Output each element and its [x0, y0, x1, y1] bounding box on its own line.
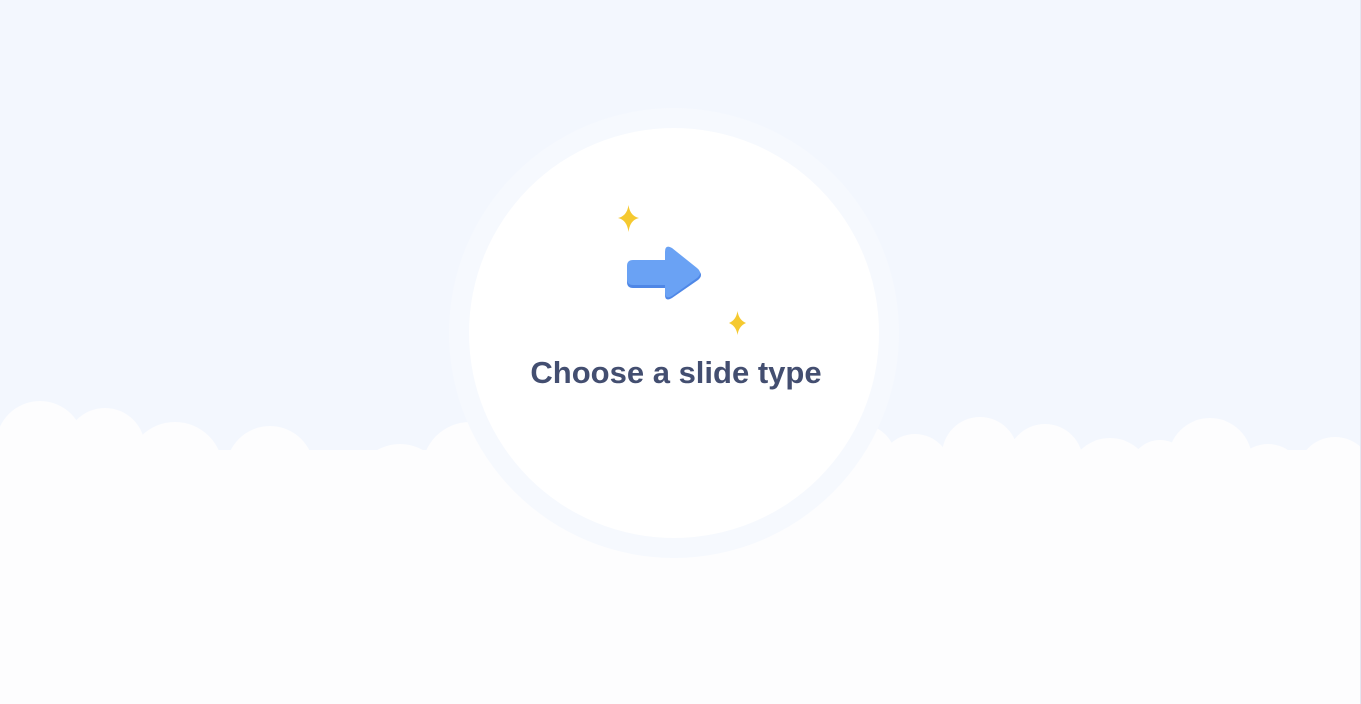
slide-editor-empty-state: Choose a slide type: [0, 0, 1361, 704]
arrow-right-icon: [627, 246, 701, 300]
empty-state-illustration: [618, 205, 746, 335]
sparkle-icon: [618, 205, 639, 232]
empty-state-title: Choose a slide type: [530, 355, 822, 390]
sparkle-icon: [729, 311, 746, 335]
